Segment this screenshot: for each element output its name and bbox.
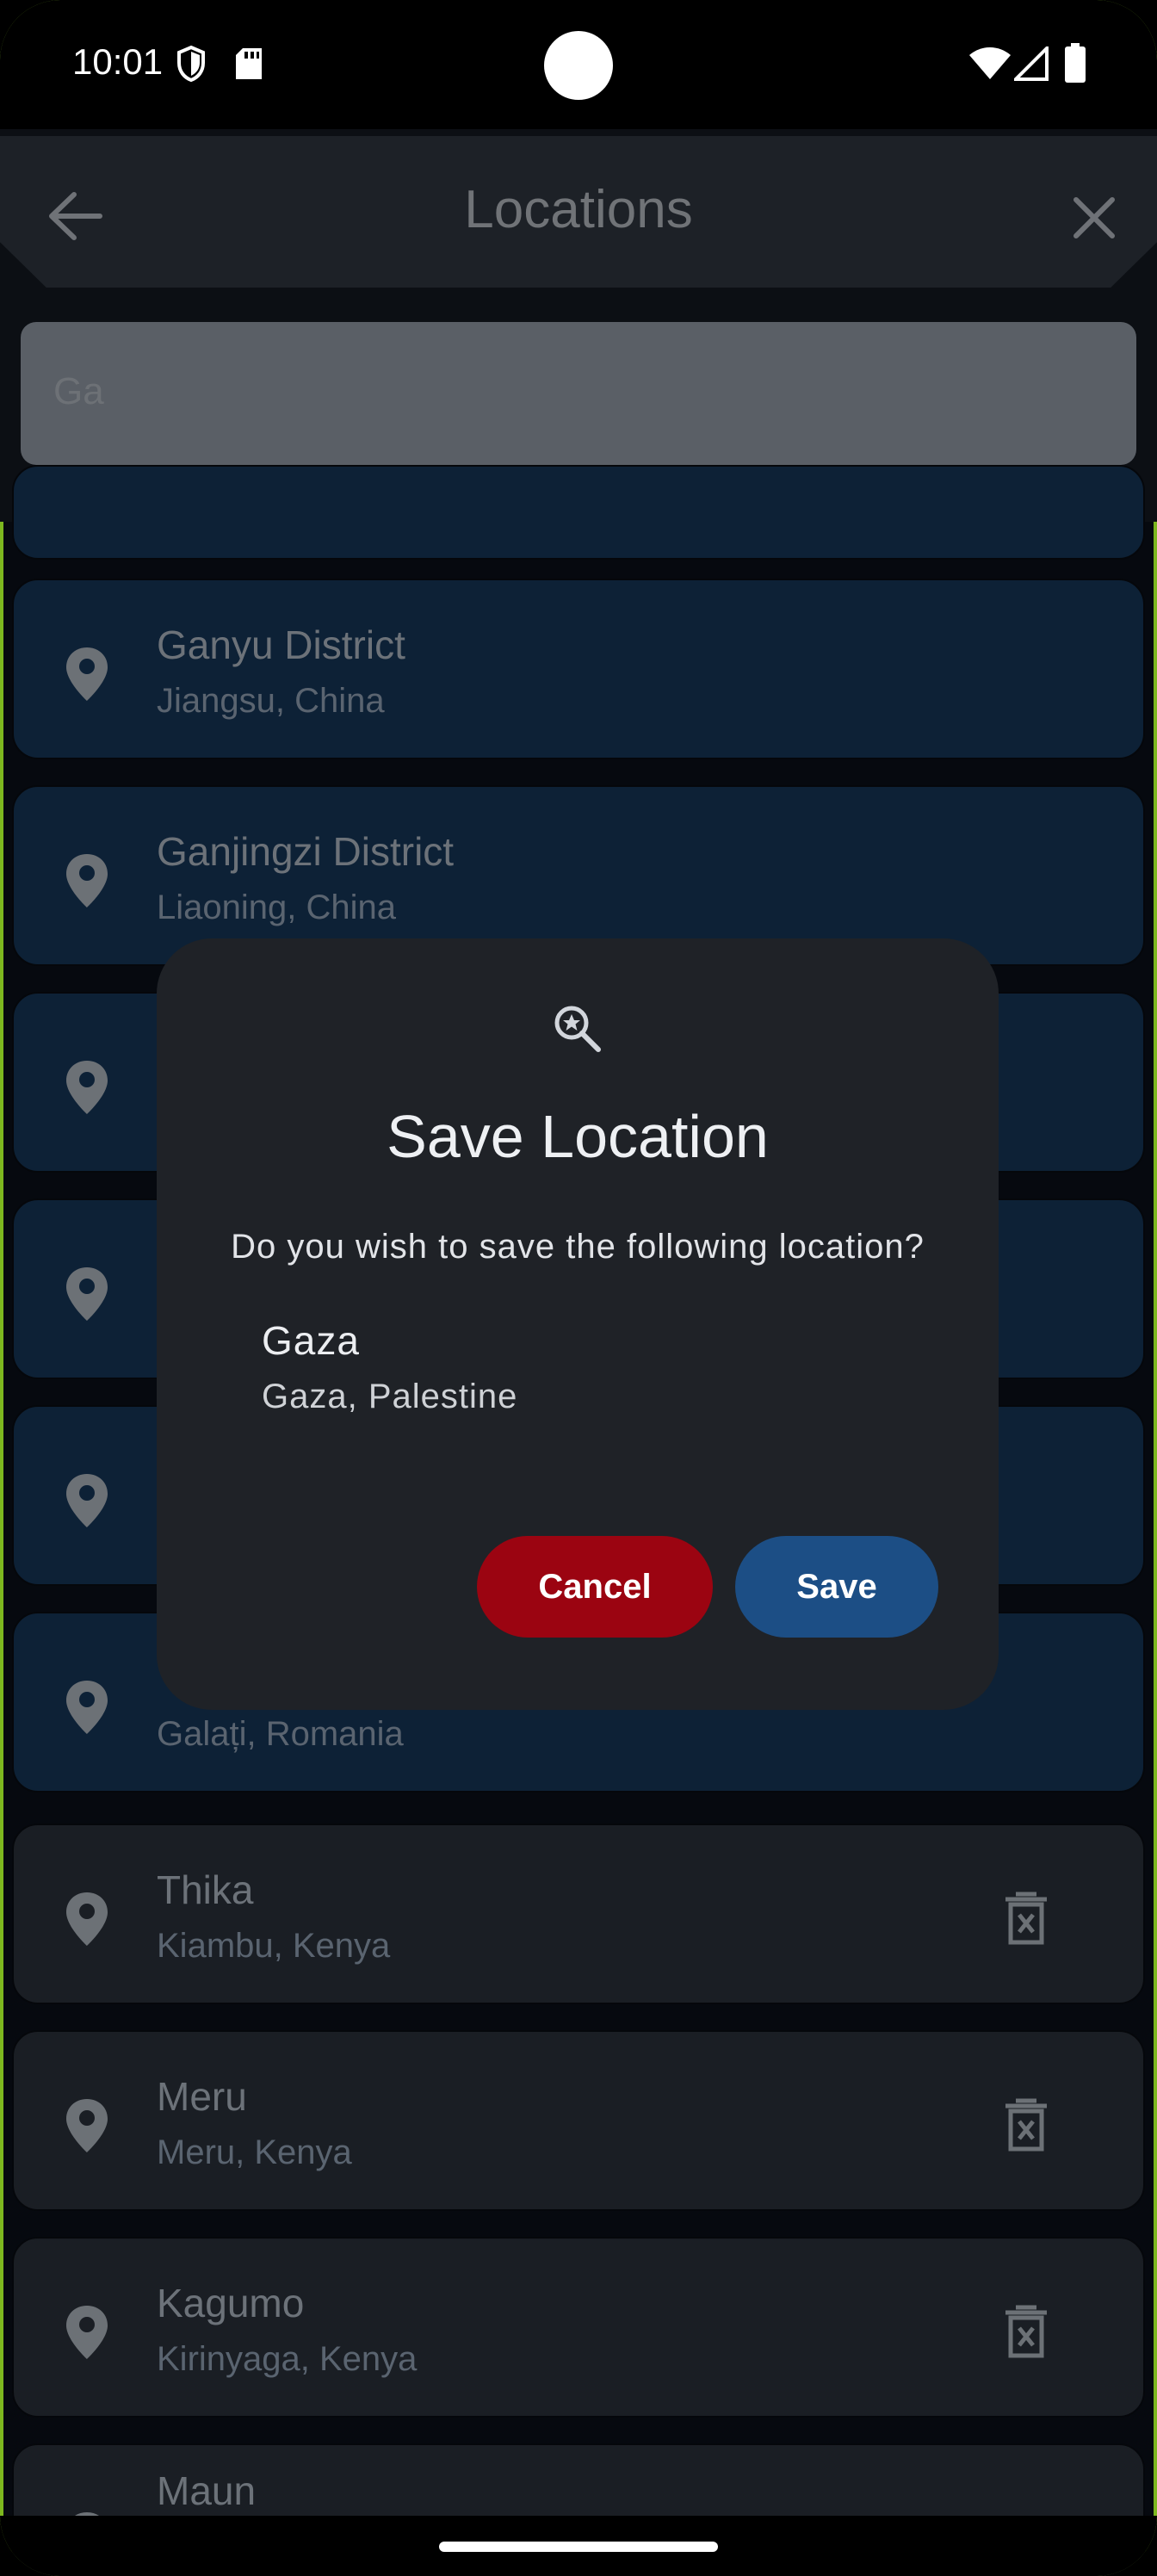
dialog-location-region: Gaza, Palestine xyxy=(262,1378,518,1415)
dialog-location-name: Gaza xyxy=(262,1318,360,1363)
cell-signal-icon xyxy=(1014,46,1049,81)
location-region: Kiambu, Kenya xyxy=(157,1927,391,1965)
delete-icon[interactable] xyxy=(1000,2097,1052,2152)
list-item[interactable]: Ganyu District Jiangsu, China xyxy=(12,579,1145,759)
location-pin-icon xyxy=(66,1474,108,1527)
battery-icon xyxy=(1065,43,1086,83)
save-location-dialog: Save Location Do you wish to save the fo… xyxy=(157,938,999,1710)
page-title: Locations xyxy=(464,180,693,239)
location-pin-icon xyxy=(66,1892,108,1946)
location-pin-icon xyxy=(66,647,108,701)
dialog-title: Save Location xyxy=(387,1103,769,1170)
dialog-message: Do you wish to save the following locati… xyxy=(231,1228,925,1266)
list-item-saved[interactable]: Thika Kiambu, Kenya xyxy=(12,1824,1145,2004)
search-input[interactable] xyxy=(21,322,1136,465)
delete-icon[interactable] xyxy=(1000,1891,1052,1946)
delete-icon[interactable] xyxy=(1000,2304,1052,2359)
location-region: Galați, Romania xyxy=(157,1715,404,1753)
search-value: Ga xyxy=(53,370,104,412)
location-pin-icon xyxy=(66,1681,108,1734)
location-region: Liaoning, China xyxy=(157,889,396,926)
location-pin-icon xyxy=(66,2306,108,2359)
location-pin-icon xyxy=(66,2099,108,2152)
location-name: Kagumo xyxy=(157,2281,305,2325)
close-icon[interactable] xyxy=(1066,189,1123,246)
status-time: 10:01 xyxy=(72,41,164,82)
location-name: Ganjingzi District xyxy=(157,829,455,874)
home-gesture-handle[interactable] xyxy=(439,2542,718,2552)
location-name: Ganyu District xyxy=(157,622,405,667)
list-item-partial[interactable] xyxy=(12,465,1145,560)
shield-icon xyxy=(177,45,205,83)
location-region: Jiangsu, China xyxy=(157,682,385,720)
save-button[interactable]: Save xyxy=(735,1536,938,1638)
cancel-button[interactable]: Cancel xyxy=(477,1536,713,1638)
location-name: Maun xyxy=(157,2468,257,2513)
search-star-icon xyxy=(554,1006,601,1052)
location-pin-icon xyxy=(66,854,108,907)
location-pin-icon xyxy=(66,1267,108,1321)
location-name: Meru xyxy=(157,2074,247,2119)
front-camera xyxy=(544,31,613,100)
location-name: Thika xyxy=(157,1867,254,1912)
wifi-icon xyxy=(969,47,1011,79)
location-region: Kirinyaga, Kenya xyxy=(157,2340,418,2378)
sd-card-icon xyxy=(236,48,262,79)
location-pin-icon xyxy=(66,1061,108,1114)
location-region: Meru, Kenya xyxy=(157,2133,352,2171)
phone-screen: 10:01 Locations Ga Ganyu District Jiangs… xyxy=(0,0,1157,2576)
list-item-saved[interactable]: Meru Meru, Kenya xyxy=(12,2030,1145,2211)
list-item-saved[interactable]: Kagumo Kirinyaga, Kenya xyxy=(12,2237,1145,2418)
